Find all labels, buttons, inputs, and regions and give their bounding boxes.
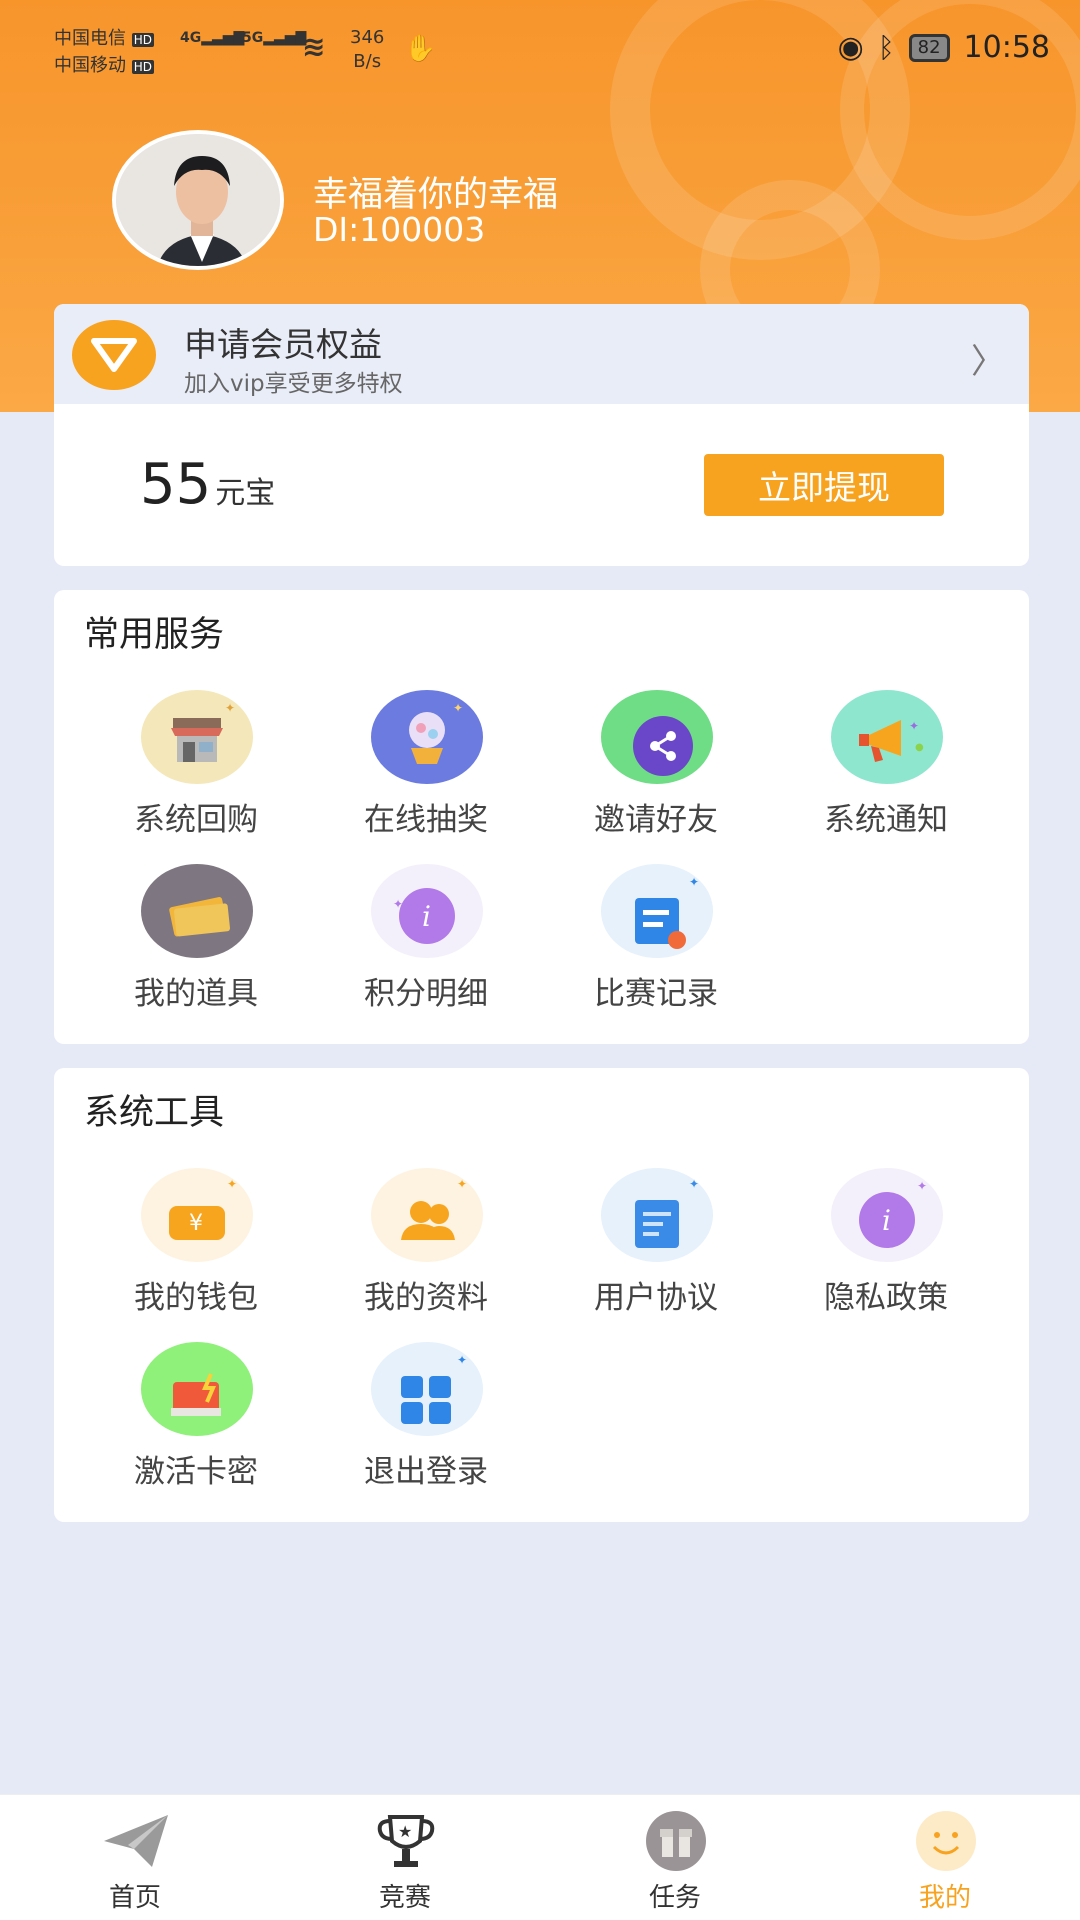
network-speed: 346 B/s (350, 27, 385, 72)
tab-tasks[interactable]: 任务 (540, 1795, 810, 1920)
tool-label: 我的钱包 (134, 1280, 258, 1316)
section-title: 常用服务 (84, 615, 225, 655)
service-label: 积分明细 (364, 976, 488, 1012)
logout-icon: ✦ (371, 1342, 483, 1436)
tool-label: 隐私政策 (824, 1280, 948, 1316)
svg-text:✦: ✦ (225, 701, 235, 715)
svg-text:✦: ✦ (689, 875, 699, 889)
svg-text:★: ★ (398, 1822, 412, 1841)
shop-icon: ✦ (141, 690, 253, 784)
hd-badge: HD (131, 60, 154, 74)
svg-text:✦: ✦ (227, 1177, 237, 1191)
tool-activate-card[interactable]: 激活卡密 (96, 1342, 296, 1492)
tab-label: 首页 (108, 1883, 161, 1913)
tool-label: 激活卡密 (134, 1454, 258, 1490)
eye-icon: ◉ (837, 30, 864, 65)
tool-logout[interactable]: ✦ 退出登录 (326, 1342, 526, 1492)
service-label: 邀请好友 (594, 802, 718, 838)
tab-label: 任务 (648, 1883, 701, 1913)
svg-text:✦: ✦ (909, 719, 919, 733)
network-5g-icon: 5G▂▃▅▇ (242, 30, 307, 46)
tool-label: 退出登录 (364, 1454, 488, 1490)
carrier-1: 中国电信 (54, 28, 126, 49)
balance-display: 55 元宝 (140, 452, 275, 517)
service-label: 系统通知 (824, 802, 948, 838)
info-icon: i ✦ (371, 864, 483, 958)
battery-icon: 82 (908, 33, 950, 62)
balance-amount: 55 (140, 452, 212, 517)
tool-my-profile[interactable]: ✦ 我的资料 (326, 1168, 526, 1318)
wallet-icon: ¥ ✦ (141, 1168, 253, 1262)
tool-label: 我的资料 (364, 1280, 488, 1316)
hand-icon: ✋ (404, 34, 437, 64)
tool-user-agreement[interactable]: ✦ 用户协议 (556, 1168, 756, 1318)
bluetooth-icon: ᛒ (877, 31, 895, 64)
card-icon (141, 1342, 253, 1436)
lottery-icon: ✦ (371, 690, 483, 784)
tool-label: 用户协议 (594, 1280, 718, 1316)
bottom-tab-bar: 首页 ★ 竞赛 任务 我的 (0, 1794, 1080, 1920)
service-system-buyback[interactable]: ✦ 系统回购 (96, 690, 296, 840)
hd-badge: HD (131, 33, 154, 47)
common-services-section: 常用服务 ✦ 系统回购 ✦ 在线抽奖 邀请好友 ✦ ● 系统通知 我的道具 i … (54, 590, 1029, 1044)
svg-text:✦: ✦ (453, 701, 463, 715)
service-match-records[interactable]: ✦ 比赛记录 (556, 864, 756, 1014)
service-label: 系统回购 (134, 802, 258, 838)
service-my-props[interactable]: 我的道具 (96, 864, 296, 1014)
svg-text:✦: ✦ (689, 1177, 699, 1191)
svg-text:●: ● (915, 742, 924, 753)
status-bar: 中国电信 HD 中国移动 HD 4G▂▃▅▇ 5G▂▃▅▇ ≋ 346 B/s … (0, 0, 1080, 100)
carrier-info: 中国电信 HD 中国移动 HD (54, 26, 154, 80)
tab-mine[interactable]: 我的 (810, 1795, 1080, 1920)
network-4g-icon: 4G▂▃▅▇ (180, 30, 245, 46)
service-system-notice[interactable]: ✦ ● 系统通知 (786, 690, 986, 840)
smiley-icon (910, 1809, 982, 1873)
vip-apply-row[interactable]: 申请会员权益 加入vip享受更多特权 〉 (54, 304, 1029, 404)
tickets-icon (141, 864, 253, 958)
balance-unit: 元宝 (215, 476, 276, 511)
system-tools-section: 系统工具 ¥ ✦ 我的钱包 ✦ 我的资料 ✦ 用户协议 i ✦ 隐私政策 激活卡… (54, 1068, 1029, 1522)
status-right: ◉ ᛒ 82 10:58 (838, 30, 1050, 65)
agreement-icon: ✦ (601, 1168, 713, 1262)
service-label: 我的道具 (134, 976, 258, 1012)
section-title: 系统工具 (84, 1093, 225, 1133)
tool-my-wallet[interactable]: ¥ ✦ 我的钱包 (96, 1168, 296, 1318)
svg-text:i: i (422, 900, 431, 933)
diamond-icon (72, 320, 156, 390)
wifi-icon: ≋ (302, 30, 326, 63)
svg-text:✦: ✦ (393, 897, 403, 911)
service-label: 比赛记录 (594, 976, 718, 1012)
service-invite-friends[interactable]: 邀请好友 (556, 690, 756, 840)
megaphone-icon: ✦ ● (831, 690, 943, 784)
gift-icon (640, 1809, 712, 1873)
avatar[interactable] (112, 130, 284, 270)
vip-subtitle: 加入vip享受更多特权 (184, 371, 403, 397)
privacy-icon: i ✦ (831, 1168, 943, 1262)
service-label: 在线抽奖 (364, 802, 488, 838)
tool-privacy-policy[interactable]: i ✦ 隐私政策 (786, 1168, 986, 1318)
withdraw-button[interactable]: 立即提现 (704, 454, 944, 516)
service-points-detail[interactable]: i ✦ 积分明细 (326, 864, 526, 1014)
svg-text:✦: ✦ (457, 1353, 467, 1367)
tab-home[interactable]: 首页 (0, 1795, 270, 1920)
tab-label: 竞赛 (378, 1883, 431, 1913)
svg-text:✦: ✦ (457, 1177, 467, 1191)
chevron-right-icon: 〉 (971, 342, 1005, 382)
profile-icon: ✦ (371, 1168, 483, 1262)
carrier-2: 中国移动 (54, 55, 126, 76)
tab-competition[interactable]: ★ 竞赛 (270, 1795, 540, 1920)
share-icon (601, 690, 713, 784)
tab-label: 我的 (918, 1883, 971, 1913)
record-icon: ✦ (601, 864, 713, 958)
service-online-lottery[interactable]: ✦ 在线抽奖 (326, 690, 526, 840)
vip-title: 申请会员权益 (184, 325, 382, 364)
svg-text:¥: ¥ (189, 1211, 203, 1236)
svg-text:i: i (882, 1204, 891, 1237)
svg-text:✦: ✦ (917, 1179, 927, 1193)
trophy-icon: ★ (370, 1809, 442, 1873)
paper-plane-icon (100, 1809, 172, 1873)
vip-balance-card: 申请会员权益 加入vip享受更多特权 〉 55 元宝 立即提现 (54, 304, 1029, 566)
clock: 10:58 (963, 30, 1050, 65)
user-id: DI:100003 (313, 210, 486, 249)
